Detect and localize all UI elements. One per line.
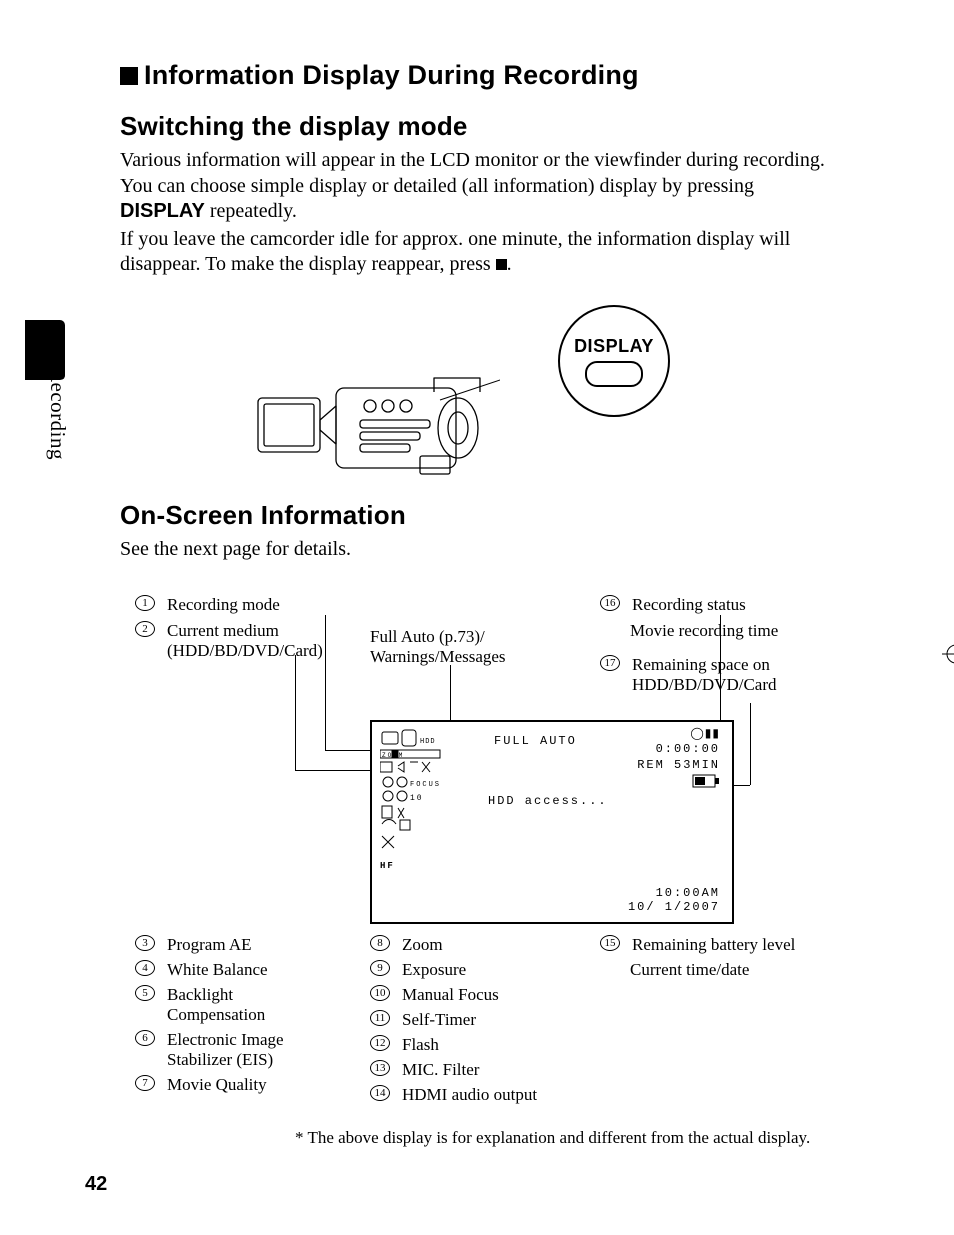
callout-num-16: 16 bbox=[600, 595, 620, 611]
stop-button-icon bbox=[496, 259, 507, 270]
see-next-page: See the next page for details. bbox=[120, 537, 840, 563]
callout-label-movie-rec-time: Movie recording time bbox=[630, 621, 778, 641]
paragraph-1a: Various information will appear in the L… bbox=[120, 149, 825, 197]
svg-text:HF: HF bbox=[380, 861, 395, 871]
callout-num-17: 17 bbox=[600, 655, 620, 671]
svg-text:HDD: HDD bbox=[420, 738, 436, 746]
square-bullet-icon bbox=[120, 67, 138, 85]
callout-3: 3Program AE bbox=[135, 935, 355, 955]
callout-full-auto-warnings: Full Auto (p.73)/Warnings/Messages bbox=[370, 627, 550, 666]
section-heading-text: Information Display During Recording bbox=[144, 60, 639, 90]
callout-14: 14HDMI audio output bbox=[370, 1085, 590, 1105]
callout-10: 10Manual Focus bbox=[370, 985, 590, 1005]
section-heading: Information Display During Recording bbox=[120, 60, 840, 91]
callout-4: 4White Balance bbox=[135, 960, 355, 980]
paragraph-2a: If you leave the camcorder idle for appr… bbox=[120, 228, 790, 276]
lcd-clock-date: 10/ 1/2007 bbox=[628, 900, 720, 914]
callout-7: 7Movie Quality bbox=[135, 1075, 355, 1095]
battery-icon bbox=[692, 774, 720, 788]
camcorder-illustration bbox=[250, 370, 500, 490]
callout-6: 6Electronic ImageStabilizer (EIS) bbox=[135, 1030, 355, 1070]
paragraph-2b: . bbox=[507, 253, 512, 275]
callout-num-1: 1 bbox=[135, 595, 155, 611]
side-section-label: Recording bbox=[45, 368, 70, 460]
callout-9: 9Exposure bbox=[370, 960, 590, 980]
display-button-label: DISPLAY bbox=[574, 336, 654, 357]
callout-16: 16 Recording status bbox=[600, 595, 840, 615]
lcd-clock-time: 10:00AM bbox=[656, 886, 720, 900]
leader-line bbox=[295, 655, 296, 770]
subheading-onscreen: On-Screen Information bbox=[120, 500, 840, 531]
display-button-graphic: DISPLAY bbox=[558, 305, 670, 417]
display-button-pill-icon bbox=[585, 361, 643, 387]
callout-11: 11Self-Timer bbox=[370, 1010, 590, 1030]
paragraph-2: If you leave the camcorder idle for appr… bbox=[120, 227, 840, 278]
callout-label-17: Remaining space onHDD/BD/DVD/Card bbox=[632, 655, 777, 695]
paragraph-1b: repeatedly. bbox=[205, 200, 297, 222]
footnote: * The above display is for explanation a… bbox=[295, 1128, 810, 1148]
callout-5: 5BacklightCompensation bbox=[135, 985, 355, 1025]
callout-label-1: Recording mode bbox=[167, 595, 280, 615]
display-keyword: DISPLAY bbox=[120, 200, 205, 222]
callout-12: 12Flash bbox=[370, 1035, 590, 1055]
callout-8: 8Zoom bbox=[370, 935, 590, 955]
callout-13: 13MIC. Filter bbox=[370, 1060, 590, 1080]
lcd-hdd-access: HDD access... bbox=[488, 794, 608, 808]
svg-text:10: 10 bbox=[410, 794, 424, 803]
lcd-mock-screen: HDD ZOOM FOCUS 10 HF FULL AUTO HDD acces… bbox=[370, 720, 734, 924]
svg-text:FOCUS: FOCUS bbox=[410, 781, 441, 789]
leader-line bbox=[325, 615, 326, 750]
callout-label-16: Recording status bbox=[632, 595, 746, 615]
lcd-full-auto: FULL AUTO bbox=[494, 734, 577, 748]
callout-label-2: Current medium(HDD/BD/DVD/Card) bbox=[167, 621, 323, 661]
lcd-left-icons: HDD ZOOM FOCUS 10 HF bbox=[380, 728, 480, 928]
crop-mark-icon bbox=[942, 640, 954, 668]
subheading-switching: Switching the display mode bbox=[120, 111, 840, 142]
lcd-time-counter: 0:00:00 bbox=[656, 742, 720, 756]
leader-line bbox=[750, 703, 751, 785]
page-number: 42 bbox=[85, 1173, 107, 1196]
callout-15b: Current time/date bbox=[600, 960, 840, 980]
callout-num-2: 2 bbox=[135, 621, 155, 637]
lcd-rec-indicator: ◯▮▮ bbox=[690, 726, 720, 741]
callout-1: 1 Recording mode bbox=[135, 595, 365, 615]
paragraph-1: Various information will appear in the L… bbox=[120, 148, 840, 225]
callout-15: 15Remaining battery level bbox=[600, 935, 840, 955]
callout-2: 2 Current medium(HDD/BD/DVD/Card) bbox=[135, 621, 365, 661]
lcd-remaining: REM 53MIN bbox=[637, 758, 720, 772]
